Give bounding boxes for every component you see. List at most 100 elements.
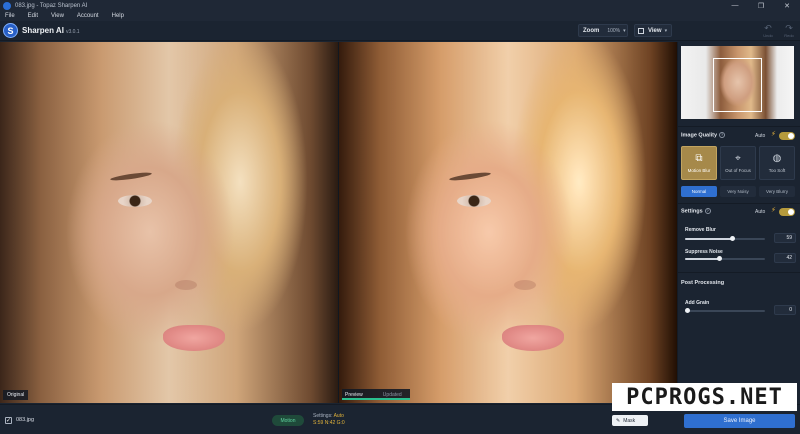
help-icon[interactable]: ? [719,132,726,138]
settings-title-text: Settings [681,208,703,215]
add-grain-label: Add Grain [685,300,710,306]
menu-file[interactable]: File [5,13,15,19]
mode-out-of-focus[interactable]: ⌖ Out of Focus [720,146,756,180]
level-very-noisy[interactable]: Very Noisy [720,186,756,197]
redo-icon: ↷ [785,23,793,33]
chevron-down-icon: ▾ [664,27,668,34]
too-soft-icon: ◍ [772,153,782,164]
settings-summary-label: Settings: [313,413,333,419]
settings-auto-toggle[interactable] [779,208,795,216]
app-name-text: Sharpen AI [22,26,64,35]
undo-button[interactable]: ↶ Undo [758,23,778,39]
settings-summary-value: Auto [333,413,344,419]
zoom-label: Zoom [583,27,600,34]
view-dropdown[interactable]: View ▾ [634,24,672,37]
lips-shape [163,325,225,351]
mode-pill: Motion [272,415,304,426]
close-button[interactable]: ✕ [774,0,800,11]
undo-icon: ↶ [764,23,772,33]
toggle-knob [788,209,794,215]
section-divider [678,126,800,127]
original-label: Original [3,390,29,400]
suppress-noise-value[interactable]: 42 [774,253,796,263]
slider-fill [685,238,732,240]
slider-thumb[interactable] [730,236,735,241]
out-of-focus-icon: ⌖ [735,153,741,164]
view-label: View [648,27,662,34]
mode-motion-blur[interactable]: ⧉ Motion Blur [681,146,717,180]
portrait-image [339,42,677,403]
nose-shape [175,280,197,290]
app-icon [3,1,11,10]
remove-blur-value[interactable]: 59 [774,233,796,243]
navigator-thumbnail[interactable] [681,46,794,119]
app-version: v3.0.1 [65,29,80,35]
post-processing-title: Post Processing [681,280,725,286]
mask-button[interactable]: ✎ Mask [612,415,648,426]
file-name[interactable]: 083.jpg [16,417,34,423]
mode-label: Too Soft [768,168,786,173]
image-quality-title-text: Image Quality [681,132,718,139]
toggle-knob [788,133,794,139]
suppress-noise-label: Suppress Noise [685,249,723,255]
updated-label: Updated [382,391,402,398]
g-value: 0 [341,420,345,426]
settings-title: Settings? [681,208,711,214]
brush-icon: ✎ [616,417,621,424]
menu-view[interactable]: View [51,13,64,19]
suppress-noise-slider[interactable] [685,256,765,261]
lightning-icon: ⚡ [771,131,776,138]
add-grain-slider[interactable] [685,308,765,313]
settings-summary: Settings: Auto S:59 N:42 G:0 [313,413,345,427]
preview-progress-bar [342,398,410,400]
redo-label: Redo [784,33,794,38]
menu-help[interactable]: Help [112,13,124,19]
section-divider [678,272,800,273]
watermark: PCPROGS.NET [612,383,797,411]
eye-shape [118,195,152,207]
app-name: Sharpen AI v3.0.1 [22,26,80,35]
undo-label: Undo [763,33,773,38]
zoom-value: 100% [607,27,621,34]
lightning-icon: ⚡ [771,207,776,214]
add-grain-value[interactable]: 0 [774,305,796,315]
window-title: 083.jpg - Topaz Sharpen AI [15,2,88,9]
maximize-button[interactable]: ❐ [748,0,774,11]
s-value: 59 [317,420,324,426]
original-image-view[interactable]: Original [0,42,338,403]
remove-blur-slider[interactable] [685,236,765,241]
slider-thumb[interactable] [717,256,722,261]
save-image-button[interactable]: Save Image [684,414,795,428]
help-icon[interactable]: ? [704,208,711,214]
image-quality-title: Image Quality? [681,132,726,139]
sharpen-logo-icon: S [3,23,18,38]
remove-blur-label: Remove Blur [685,227,716,233]
settings-panel: Image Quality? Auto ⚡ ⧉ Motion Blur ⌖ Ou… [677,42,800,403]
preview-status: Preview Updated [342,389,410,400]
file-checkbox[interactable]: ✓ [5,417,12,424]
chevron-down-icon: ▾ [623,27,626,34]
level-very-blurry[interactable]: Very Blurry [759,186,795,197]
eye-shape [457,195,491,207]
level-normal[interactable]: Normal [681,186,717,197]
redo-button[interactable]: ↷ Redo [779,23,799,39]
section-divider [678,203,800,204]
zoom-dropdown[interactable]: Zoom 100% ▾ [578,24,628,37]
menu-edit[interactable]: Edit [28,13,38,19]
app-header: S Sharpen AI v3.0.1 Zoom 100% ▾ View ▾ ↶ … [0,21,800,41]
mode-label: Out of Focus [725,168,751,173]
menu-bar: File Edit View Account Help [0,11,800,21]
mode-too-soft[interactable]: ◍ Too Soft [759,146,795,180]
slider-thumb[interactable] [685,308,690,313]
lips-shape [502,325,564,351]
image-quality-auto-toggle[interactable] [779,132,795,140]
minimize-button[interactable]: — [722,0,748,11]
slider-fill [685,258,719,260]
portrait-image [0,42,338,403]
window-controls: — ❐ ✕ [722,0,800,11]
preview-image-view[interactable]: Preview Updated [339,42,677,403]
navigator-viewport-rect[interactable] [713,58,762,112]
n-value: 42 [329,420,336,426]
mode-label: Motion Blur [687,168,711,173]
menu-account[interactable]: Account [77,13,99,19]
